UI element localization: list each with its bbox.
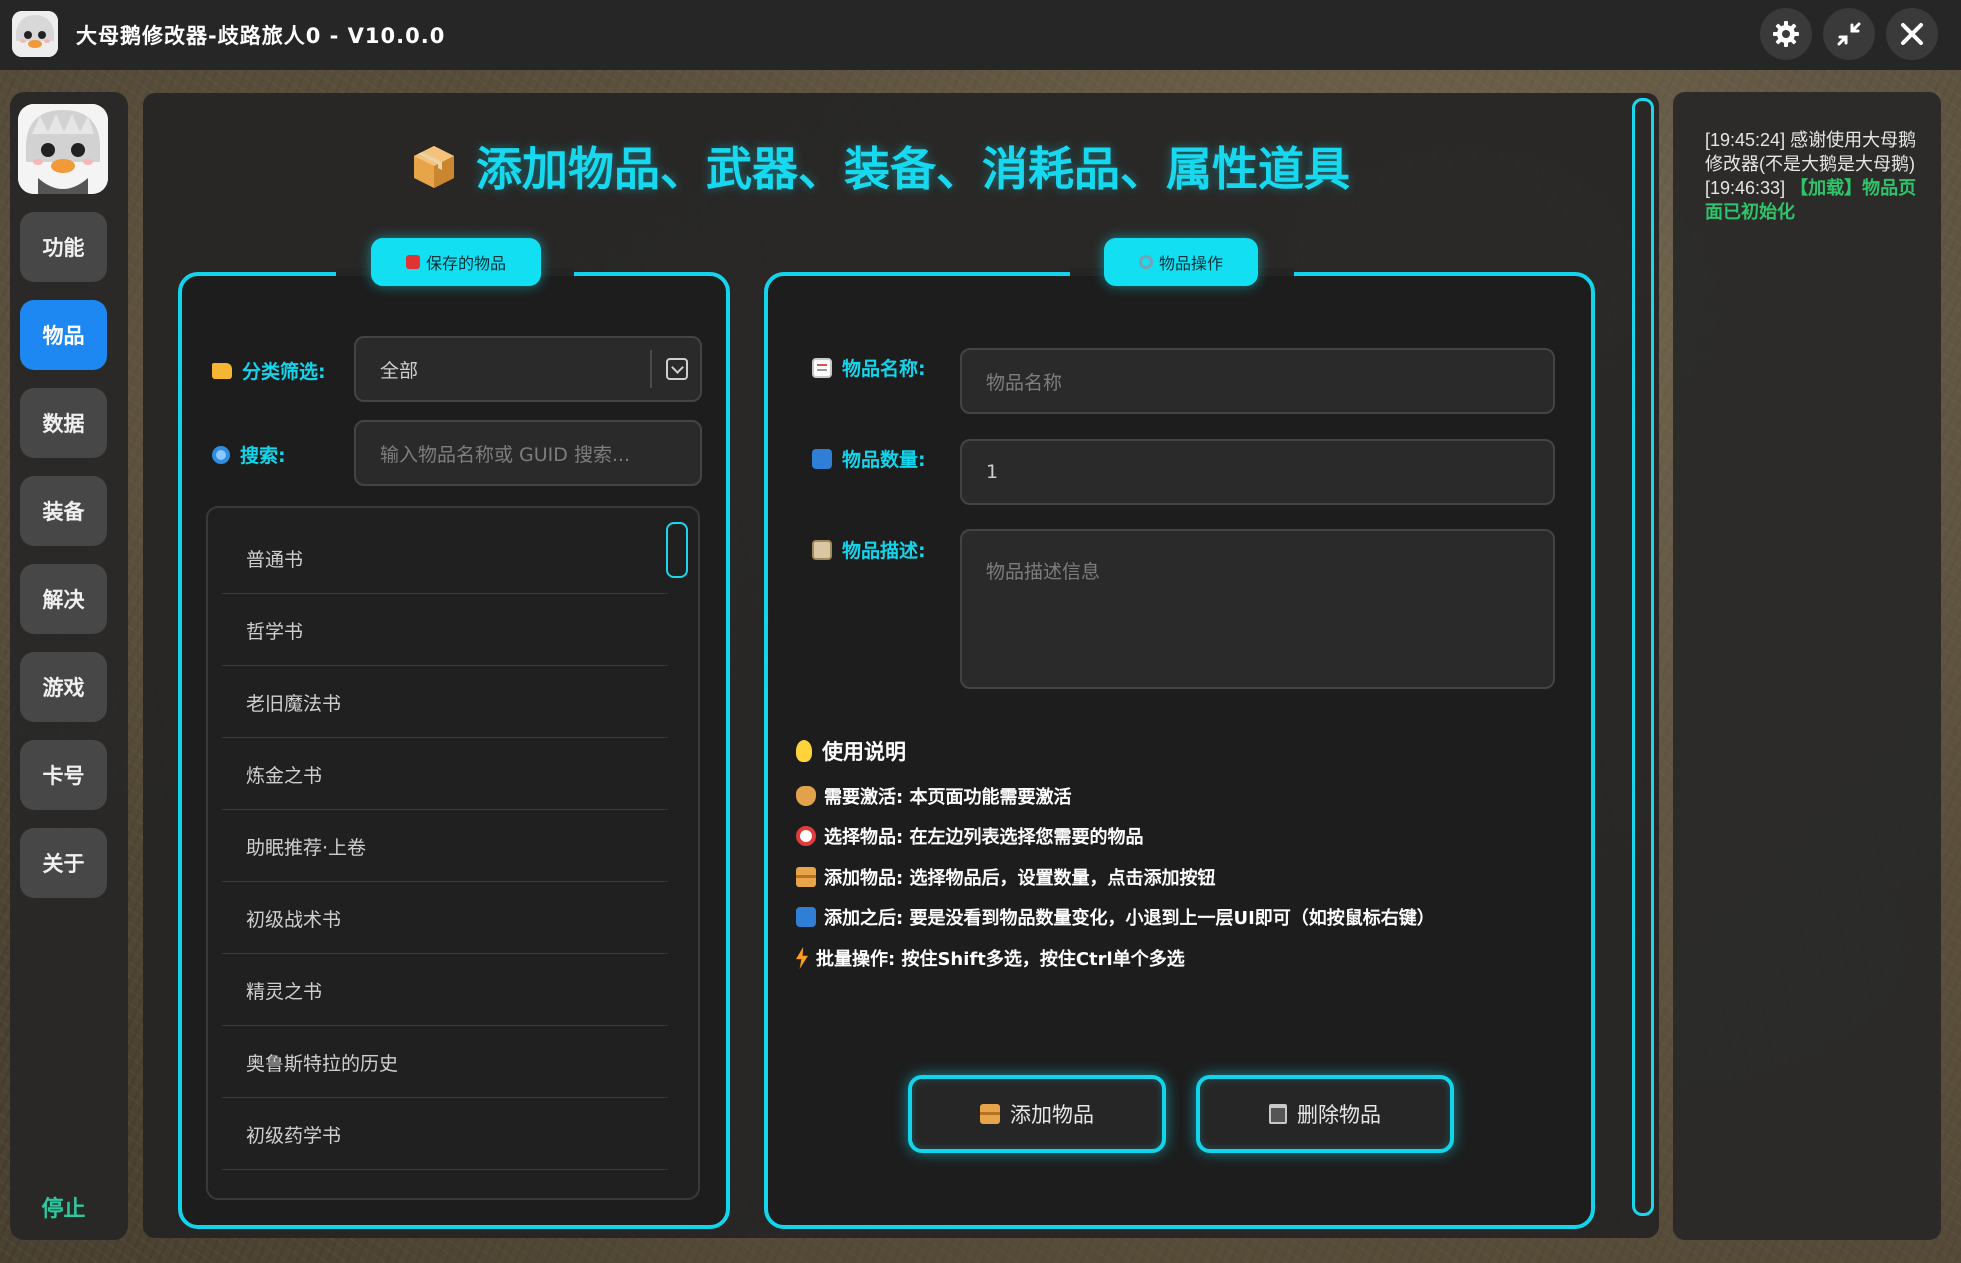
gear-icon [1138, 255, 1153, 269]
add-item-button[interactable]: 添加物品 [908, 1075, 1166, 1153]
item-name-placeholder: 物品名称 [986, 371, 1063, 394]
log-timestamp: [19:46:33] [1705, 178, 1786, 198]
item-quantity-label-text: 物品数量: [842, 449, 926, 471]
instruction-text: 添加物品: 选择物品后，设置数量，点击添加按钮 [824, 868, 1216, 889]
sidebar-item-data[interactable]: 数据 [20, 388, 107, 458]
list-item[interactable]: 哲学书 [222, 596, 668, 666]
instruction-text: 批量操作: 按住Shift多选，按住Ctrl单个多选 [816, 949, 1185, 970]
list-item[interactable]: 老旧魔法书 [222, 668, 668, 738]
item-name-label: 物品名称: [812, 354, 926, 381]
dropdown-separator [650, 350, 652, 388]
close-button[interactable] [1886, 8, 1938, 60]
list-scrollbar-thumb[interactable] [666, 522, 688, 578]
main-scrollbar[interactable] [1632, 98, 1654, 1216]
tab-saved-items-label: 保存的物品 [425, 254, 506, 273]
search-label-text: 搜索: [240, 445, 286, 467]
list-item[interactable]: 精灵之书 [222, 956, 668, 1026]
instruction-item: 批量操作: 按住Shift多选，按住Ctrl单个多选 [796, 945, 1185, 971]
instruction-item: 需要激活: 本页面功能需要激活 [796, 783, 1071, 809]
page-title: 添加物品、武器、装备、消耗品、属性道具 [410, 133, 1350, 199]
list-item[interactable]: 助眠推荐·上卷 [222, 812, 668, 882]
add-item-button-label: 添加物品 [1010, 1103, 1094, 1127]
instruction-text: 需要激活: 本页面功能需要激活 [824, 787, 1072, 808]
item-description-label: 物品描述: [812, 536, 926, 563]
trash-icon [1269, 1104, 1287, 1124]
search-input[interactable]: 输入物品名称或 GUID 搜索... [354, 420, 702, 486]
category-filter-value: 全部 [380, 359, 419, 382]
avatar [18, 104, 108, 194]
item-description-label-text: 物品描述: [842, 540, 926, 562]
item-quantity-field[interactable]: 1 [960, 439, 1555, 505]
stop-button[interactable]: 停止 [20, 1190, 107, 1224]
money-bag-icon [796, 786, 816, 806]
instruction-item: 选择物品: 在左边列表选择您需要的物品 [796, 823, 1143, 849]
filter-label-text: 分类筛选: [242, 361, 326, 383]
instructions-title: 使用说明 [796, 736, 906, 766]
item-quantity-value: 1 [986, 461, 999, 483]
title-bar: 大母鹅修改器-歧路旅人0 - V10.0.0 [0, 0, 1961, 70]
log-panel: [19:45:24] 感谢使用大母鹅修改器(不是大鹅是大母鹅) [19:46:3… [1673, 92, 1941, 1240]
search-label: 搜索: [212, 441, 286, 468]
numbers-icon [812, 448, 832, 469]
list-item[interactable]: 炼金之书 [222, 740, 668, 810]
tab-item-operations-label: 物品操作 [1158, 254, 1223, 273]
app-logo [12, 11, 58, 57]
clipboard-icon [812, 539, 832, 560]
settings-button[interactable] [1760, 8, 1812, 60]
log-entry: [19:45:24] 感谢使用大母鹅修改器(不是大鹅是大母鹅) [1705, 128, 1917, 176]
item-name-label-text: 物品名称: [842, 358, 926, 380]
item-description-placeholder: 物品描述信息 [986, 561, 1101, 583]
chevron-down-icon[interactable] [666, 358, 688, 380]
bag-icon [405, 255, 420, 269]
page-title-text: 添加物品、武器、装备、消耗品、属性道具 [476, 142, 1350, 196]
item-description-field[interactable]: 物品描述信息 [960, 529, 1555, 689]
instruction-item: 添加之后: 要是没看到物品数量变化，小退到上一层UI即可（如按鼠标右键） [796, 904, 1435, 930]
search-placeholder: 输入物品名称或 GUID 搜索... [380, 443, 631, 466]
item-list[interactable]: 普通书 哲学书 老旧魔法书 炼金之书 助眠推荐·上卷 初级战术书 精灵之书 奥鲁… [206, 506, 700, 1200]
log-timestamp: [19:45:24] [1705, 130, 1786, 150]
list-item[interactable]: 初级战术书 [222, 884, 668, 954]
category-filter-select[interactable]: 全部 [354, 336, 702, 402]
filter-label: 分类筛选: [212, 357, 326, 384]
target-icon [796, 826, 816, 846]
list-item[interactable]: 奥鲁斯特拉的历史 [222, 1028, 668, 1098]
instruction-text: 添加之后: 要是没看到物品数量变化，小退到上一层UI即可（如按鼠标右键） [824, 908, 1435, 929]
package-icon [796, 867, 816, 887]
sidebar-item-game[interactable]: 游戏 [20, 652, 107, 722]
sidebar-item-functions[interactable]: 功能 [20, 212, 107, 282]
list-item[interactable]: 初级药学书 [222, 1100, 668, 1170]
folder-icon [212, 362, 232, 379]
minimize-button[interactable] [1823, 8, 1875, 60]
list-item[interactable]: 普通书 [222, 524, 668, 594]
package-icon [414, 146, 454, 188]
sidebar-item-items[interactable]: 物品 [20, 300, 107, 370]
item-name-field[interactable]: 物品名称 [960, 348, 1555, 414]
instruction-item: 添加物品: 选择物品后，设置数量，点击添加按钮 [796, 864, 1215, 890]
tab-saved-items[interactable]: 保存的物品 [371, 238, 541, 286]
sidebar-item-equipment[interactable]: 装备 [20, 476, 107, 546]
delete-item-button-label: 删除物品 [1297, 1103, 1381, 1127]
sidebar-item-solve[interactable]: 解决 [20, 564, 107, 634]
memo-icon [812, 357, 832, 378]
delete-item-button[interactable]: 删除物品 [1196, 1075, 1454, 1153]
gear-icon [1773, 21, 1799, 47]
collapse-arrows-icon [1837, 22, 1861, 46]
package-icon [980, 1104, 1000, 1124]
instruction-text: 选择物品: 在左边列表选择您需要的物品 [824, 827, 1144, 848]
app-title: 大母鹅修改器-歧路旅人0 - V10.0.0 [76, 24, 446, 48]
instructions-title-text: 使用说明 [822, 740, 906, 764]
close-icon [1901, 23, 1923, 45]
search-icon [212, 445, 230, 464]
item-quantity-label: 物品数量: [812, 445, 926, 472]
lightning-icon [796, 947, 808, 969]
sidebar-item-about[interactable]: 关于 [20, 828, 107, 898]
lightbulb-icon [796, 740, 812, 762]
tab-item-operations[interactable]: 物品操作 [1104, 238, 1258, 286]
log-entry: [19:46:33] 【加载】物品页面已初始化 [1705, 176, 1917, 224]
sidebar-item-card-number[interactable]: 卡号 [20, 740, 107, 810]
numbers-icon [796, 907, 816, 927]
